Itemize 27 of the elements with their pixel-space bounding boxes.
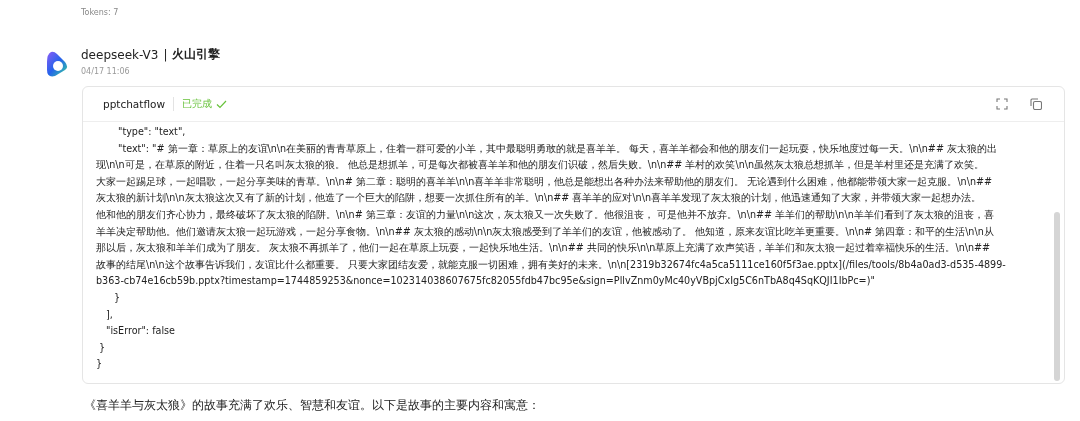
provider-name: 火山引擎: [172, 46, 221, 63]
code-line: 他和他的朋友们齐心协力，最终破坏了灰太狼的陷阱。\n\n# 第三章：友谊的力量\n\n这次，灰太狼又一次失败了。他很沮丧， 可是他并不放弃。\n\n## 羊羊们的帮助\n\n羊羊们看到了灰太狼的沮丧，喜: [96, 207, 995, 222]
code-line: }: [96, 357, 104, 372]
code-line: 那以后，灰太狼和羊羊们成为了朋友。 灰太狼不再抓羊了，他们一起在草原上玩耍，一起快乐地生活。\n\n## 共同的快乐\n\n草原上充满了欢声笑语，羊羊们和灰太狼一起过着幸福快乐的生活。\n\n##: [96, 241, 992, 256]
reply-text: 《喜羊羊与灰太狼》的故事充满了欢乐、智慧和友谊。以下是故事的主要内容和寓意：: [84, 398, 541, 413]
code-line: ],: [105, 307, 114, 322]
copy-icon[interactable]: [1030, 98, 1042, 110]
tool-name: pptchatflow: [103, 98, 166, 110]
model-name: deepseek-V3: [81, 47, 159, 62]
fullscreen-icon[interactable]: [996, 98, 1008, 110]
model-logo-icon: [47, 50, 69, 78]
message-time: 04/17 11:06: [81, 67, 131, 76]
code-line: b363-cb74e16cb59b.pptx?timestamp=1744859253&nonce=102314038607675fc82055fdb47bc95e&sign=PllvZnm0yMc40yVBpjCxIg5C6nTbA8q4SqKQJI1IbPc=)": [96, 274, 876, 289]
code-line: 故事的结尾\n\n这个故事告诉我们，友谊比什么都重要。 只要大家团结友爱，就能克服一切困难，拥有美好的未来。\n\n[2319b32674fc4a5ca5111ce160f5f3ae.pptx](/files/tools/8b4a0ad3-d535-4899-: [96, 257, 1007, 272]
code-line: "text": "# 第一章：草原上的友谊\n\n在美丽的青青草原上，住着一群可爱的小羊，其中最聪明勇敢的就是喜羊羊。 每天，喜羊羊都会和他的朋友们一起玩耍，快乐地度过每一天。\n\n## 灰太狼的出: [117, 141, 998, 156]
status-label: 已完成: [182, 97, 213, 111]
code-line: }: [98, 340, 107, 355]
code-line: }: [113, 290, 122, 305]
code-line: 现\n\n可是，在草原的附近，住着一只名叫灰太狼的狼。 他总是想抓羊，可是每次都被喜羊羊和他的朋友们识破，然后失败。\n\n## 羊村的欢笑\n\n虽然灰太狼总想抓羊，但是羊村里还是充满了欢笑。: [96, 158, 986, 173]
title-separator: |: [163, 47, 168, 62]
code-line: "isError": false: [105, 324, 176, 339]
code-line: 灰太狼的新计划\n\n灰太狼这次又有了新的计划，他造了一个巨大的陷阱，想要一次抓住所有的羊。\n\n## 喜羊羊的应对\n\n喜羊羊发现了灰太狼的计划，他迅速通知了大家，并带领大家一起想办法。: [96, 191, 982, 206]
token-count: Tokens: 7: [81, 8, 120, 19]
code-line: 羊羊决定帮助他。他们邀请灰太狼一起玩游戏，一起分享食物。\n\n## 灰太狼的感动\n\n灰太狼感受到了羊羊们的友谊，他被感动了。 他知道，原来友谊比吃羊更重要。\n\n# 第四章：和平的生活\n\n从: [96, 224, 995, 239]
code-line: 大家一起踢足球，一起唱歌，一起分享美味的青草。\n\n# 第二章：聪明的喜羊羊\n\n喜羊羊非常聪明，他总是能想出各种办法来帮助他的朋友们。 无论遇到什么困难，他都能带领大家一起克服。\n\n##: [96, 174, 994, 189]
check-icon: [216, 99, 228, 109]
code-line: "type": "text",: [117, 125, 187, 139]
